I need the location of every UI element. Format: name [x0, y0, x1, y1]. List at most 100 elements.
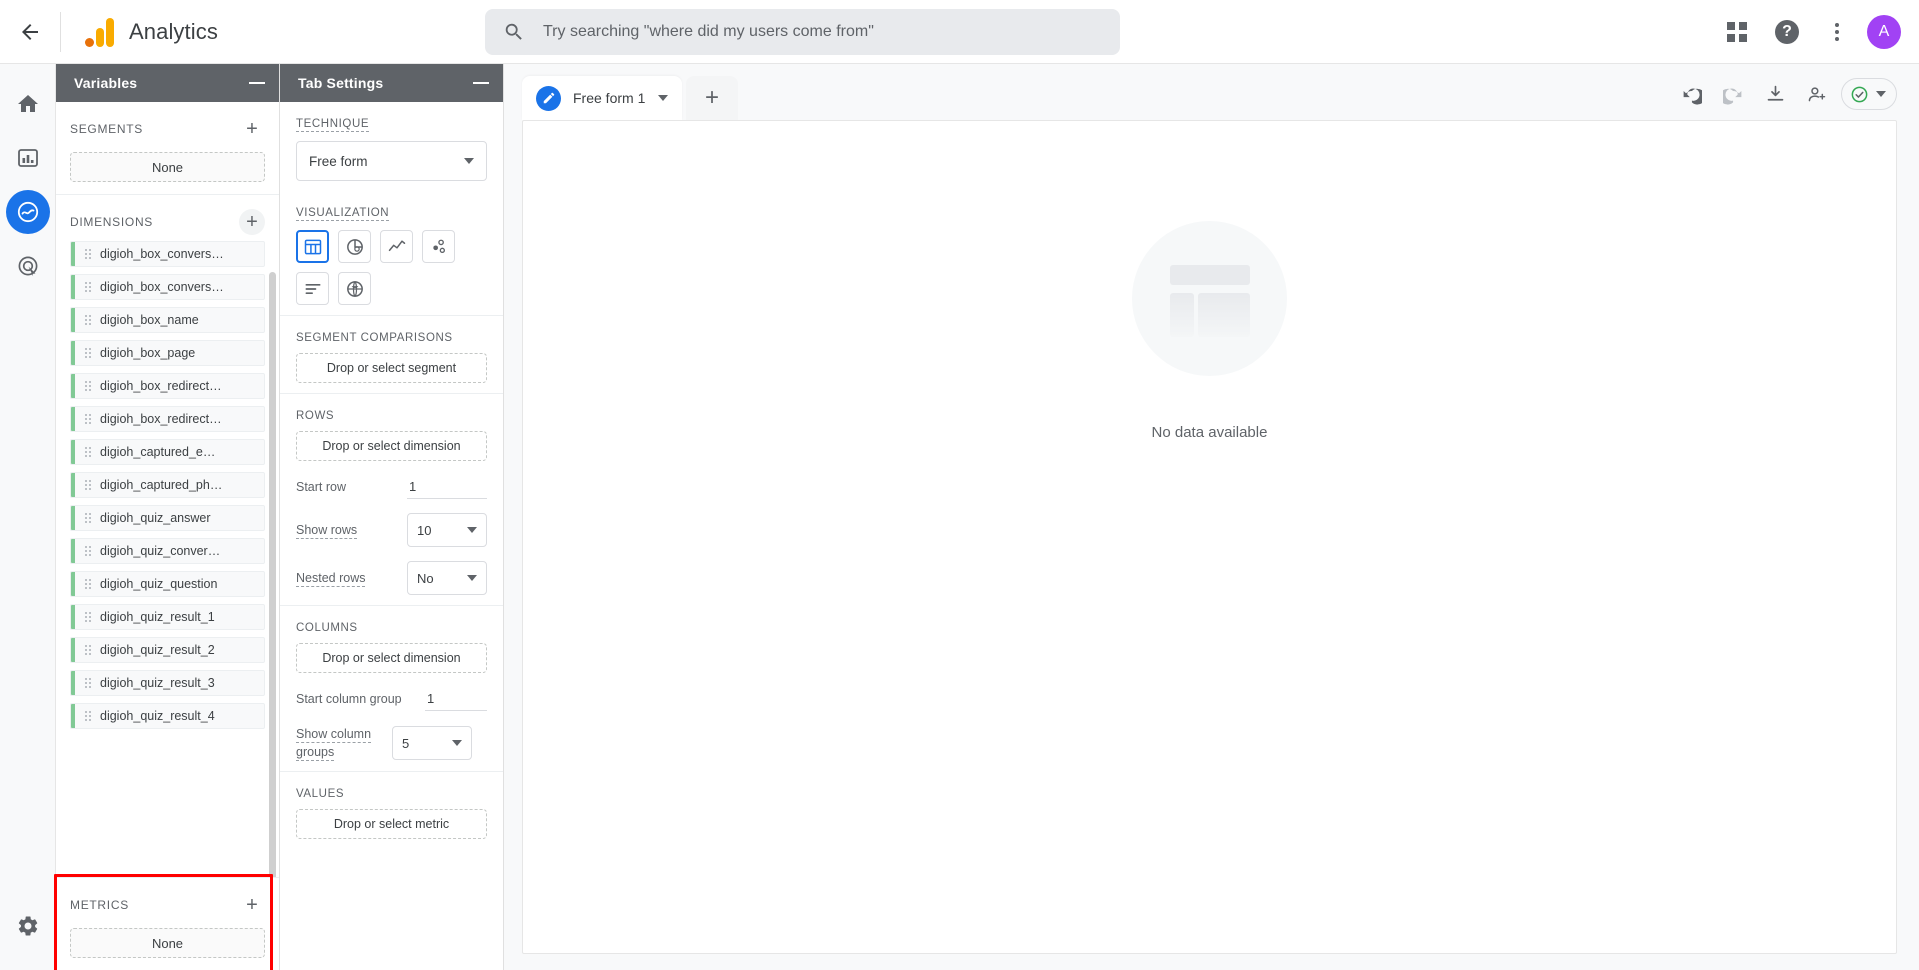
drag-handle-icon[interactable]	[85, 480, 91, 490]
drag-handle-icon[interactable]	[85, 414, 91, 424]
variables-panel-title: Variables	[74, 75, 138, 91]
drag-handle-icon[interactable]	[85, 711, 91, 721]
search-bar[interactable]	[485, 9, 1120, 55]
edit-pencil-icon	[536, 85, 561, 111]
viz-option-scatter[interactable]	[422, 230, 455, 263]
technique-select[interactable]: Free form	[296, 141, 487, 181]
add-dimension-button[interactable]: +	[239, 209, 265, 235]
dimension-chip[interactable]: digioh_captured_ph…	[70, 472, 265, 498]
metrics-empty[interactable]: None	[70, 928, 265, 958]
visualization-options	[296, 230, 487, 305]
viz-option-bar[interactable]	[296, 272, 329, 305]
dimension-chip[interactable]: digioh_quiz_conver…	[70, 538, 265, 564]
drag-handle-icon[interactable]	[85, 282, 91, 292]
dimension-chip-label: digioh_box_convers…	[100, 280, 224, 294]
dimension-chip[interactable]: digioh_quiz_result_4	[70, 703, 265, 729]
tab-label: Free form 1	[573, 90, 646, 106]
dimension-chip[interactable]: digioh_box_name	[70, 307, 265, 333]
add-metric-button[interactable]: +	[239, 892, 265, 918]
dimension-chip[interactable]: digioh_quiz_result_1	[70, 604, 265, 630]
rail-item-home[interactable]	[6, 82, 50, 126]
chevron-down-icon[interactable]	[658, 95, 668, 101]
drag-handle-icon[interactable]	[85, 381, 91, 391]
rail-item-admin[interactable]	[6, 904, 50, 948]
rail-item-advertising[interactable]	[6, 244, 50, 288]
dimension-chip[interactable]: digioh_box_redirect…	[70, 373, 265, 399]
minimize-icon[interactable]	[249, 82, 265, 84]
chevron-down-icon	[452, 740, 462, 746]
arrow-left-icon	[22, 23, 38, 40]
show-column-groups-label: Show column groups	[296, 727, 372, 761]
analytics-logo-icon	[85, 17, 115, 47]
tab-free-form-1[interactable]: Free form 1	[522, 76, 682, 120]
viz-option-donut[interactable]	[338, 230, 371, 263]
back-button[interactable]	[0, 0, 60, 64]
start-column-group-input[interactable]	[425, 687, 487, 711]
values-dropzone[interactable]: Drop or select metric	[296, 809, 487, 839]
dimension-chip[interactable]: digioh_quiz_question	[70, 571, 265, 597]
start-row-field: Start row	[296, 475, 487, 499]
columns-dropzone[interactable]: Drop or select dimension	[296, 643, 487, 673]
add-segment-button[interactable]: +	[239, 116, 265, 142]
avatar[interactable]: A	[1867, 15, 1901, 49]
more-options-button[interactable]	[1817, 12, 1857, 52]
rows-dropzone[interactable]: Drop or select dimension	[296, 431, 487, 461]
rail-item-reports[interactable]	[6, 136, 50, 180]
undo-icon	[1683, 88, 1702, 105]
minimize-icon[interactable]	[473, 82, 489, 84]
drag-handle-icon[interactable]	[85, 612, 91, 622]
dimension-chip-label: digioh_box_page	[100, 346, 196, 360]
segments-empty[interactable]: None	[70, 152, 265, 182]
share-button[interactable]	[1799, 76, 1835, 112]
help-button[interactable]: ?	[1767, 12, 1807, 52]
viz-option-table[interactable]	[296, 230, 329, 263]
dimension-chip[interactable]: digioh_quiz_result_3	[70, 670, 265, 696]
share-user-icon	[1808, 86, 1825, 101]
segment-dropzone[interactable]: Drop or select segment	[296, 353, 487, 383]
redo-icon	[1722, 88, 1741, 105]
dimensions-header: DIMENSIONS +	[70, 209, 265, 235]
dimension-chip[interactable]: digioh_quiz_answer	[70, 505, 265, 531]
dimension-chip[interactable]: digioh_quiz_result_2	[70, 637, 265, 663]
drag-handle-icon[interactable]	[85, 546, 91, 556]
viz-option-line[interactable]	[380, 230, 413, 263]
dimension-chip[interactable]: digioh_captured_e…	[70, 439, 265, 465]
columns-label: COLUMNS	[296, 622, 358, 634]
show-column-groups-select[interactable]: 5	[392, 726, 472, 760]
dimension-chip-label: digioh_quiz_conver…	[100, 544, 221, 558]
start-row-input[interactable]	[407, 475, 487, 499]
add-tab-button[interactable]: +	[686, 76, 738, 120]
apps-button[interactable]	[1717, 12, 1757, 52]
nested-rows-label: Nested rows	[296, 571, 366, 587]
drag-handle-icon[interactable]	[85, 315, 91, 325]
dimension-chip[interactable]: digioh_box_page	[70, 340, 265, 366]
status-badge[interactable]	[1841, 78, 1897, 110]
dimension-chip[interactable]: digioh_box_convers…	[70, 241, 265, 267]
tab-settings-panel: Tab Settings TECHNIQUE Free form VISUALI…	[280, 64, 504, 970]
rail-item-explore[interactable]	[5, 190, 50, 234]
brand[interactable]: Analytics	[61, 17, 218, 47]
drag-handle-icon[interactable]	[85, 678, 91, 688]
search-input[interactable]	[541, 22, 1102, 42]
dimension-chip[interactable]: digioh_box_convers…	[70, 274, 265, 300]
dimension-chip[interactable]: digioh_box_redirect…	[70, 406, 265, 432]
drag-handle-icon[interactable]	[85, 447, 91, 457]
drag-handle-icon[interactable]	[85, 645, 91, 655]
variables-scrollbar[interactable]	[269, 272, 276, 877]
viz-option-geo[interactable]	[338, 272, 371, 305]
drag-handle-icon[interactable]	[85, 579, 91, 589]
nested-rows-select[interactable]: No	[407, 561, 487, 595]
canvas-toolbar	[1673, 76, 1897, 112]
segments-header: SEGMENTS +	[70, 116, 265, 142]
drag-handle-icon[interactable]	[85, 249, 91, 259]
drag-handle-icon[interactable]	[85, 513, 91, 523]
redo-button[interactable]	[1715, 76, 1751, 112]
undo-button[interactable]	[1673, 76, 1709, 112]
dimension-chip-label: digioh_captured_ph…	[100, 478, 223, 492]
show-rows-field: Show rows 10	[296, 513, 487, 547]
show-rows-select[interactable]: 10	[407, 513, 487, 547]
segment-comparisons-section: SEGMENT COMPARISONS Drop or select segme…	[280, 316, 503, 394]
gear-icon	[18, 916, 37, 936]
drag-handle-icon[interactable]	[85, 348, 91, 358]
download-button[interactable]	[1757, 76, 1793, 112]
